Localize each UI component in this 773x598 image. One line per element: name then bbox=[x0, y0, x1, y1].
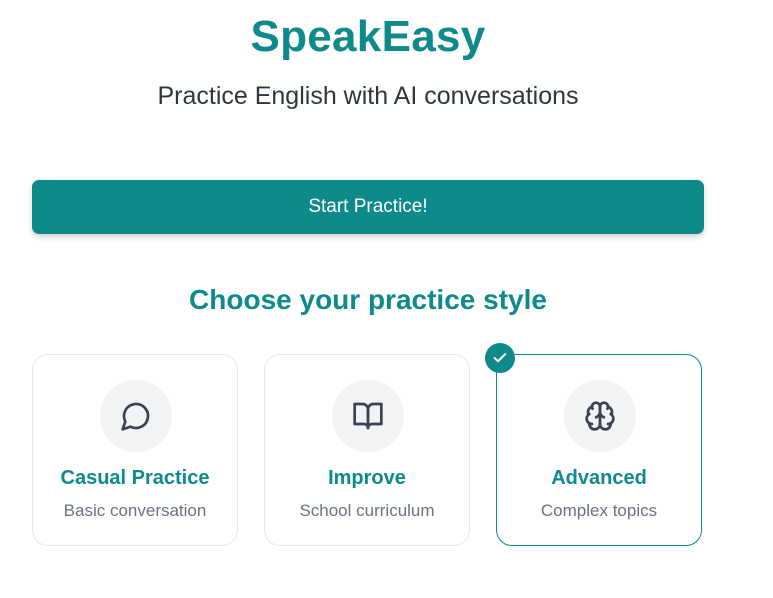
icon-container bbox=[100, 380, 172, 452]
icon-container bbox=[332, 380, 404, 452]
option-description: Basic conversation bbox=[63, 501, 207, 520]
message-circle-icon bbox=[121, 402, 150, 431]
icon-container bbox=[564, 380, 636, 452]
option-description: Complex topics bbox=[540, 501, 658, 520]
practice-option-improve[interactable]: Improve School curriculum bbox=[264, 354, 470, 546]
option-title: Casual Practice bbox=[60, 467, 210, 489]
option-title: Advanced bbox=[551, 467, 647, 489]
app-subtitle: Practice English with AI conversations bbox=[157, 82, 579, 110]
option-title: Improve bbox=[328, 467, 406, 489]
practice-option-advanced[interactable]: Advanced Complex topics bbox=[485, 343, 702, 546]
practice-style-heading: Choose your practice style bbox=[189, 284, 547, 315]
practice-option-casual[interactable]: Casual Practice Basic conversation bbox=[32, 354, 238, 546]
start-practice-button[interactable]: Start Practice! bbox=[32, 180, 704, 234]
check-icon bbox=[493, 353, 507, 363]
brain-icon bbox=[585, 401, 615, 431]
option-description: School curriculum bbox=[299, 501, 435, 520]
app-title: SpeakEasy bbox=[250, 12, 486, 61]
app-root: SpeakEasy Practice English with AI conve… bbox=[0, 0, 773, 598]
selected-check-badge bbox=[485, 343, 515, 373]
book-open-icon bbox=[353, 402, 383, 430]
